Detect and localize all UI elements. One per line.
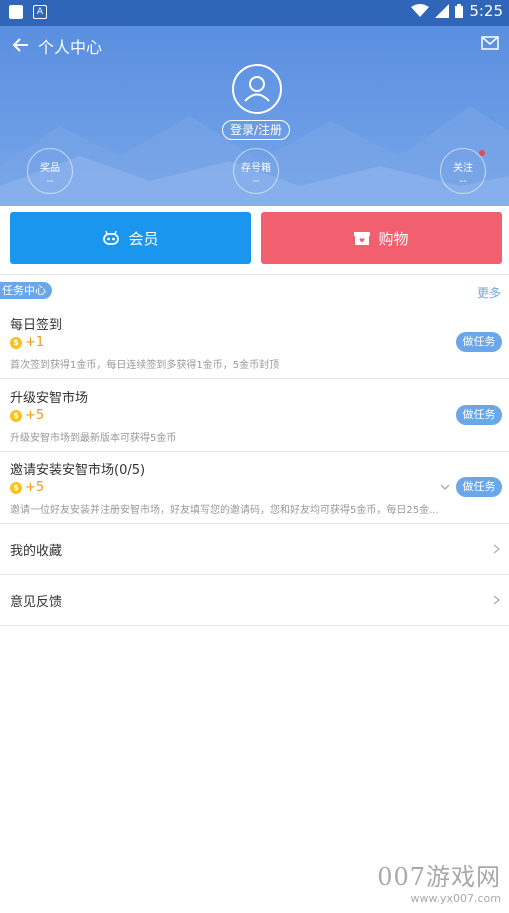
menu-label: 我的收藏 — [10, 544, 63, 559]
stat-label: 关注 — [453, 163, 473, 174]
do-task-button[interactable]: 做任务 — [456, 477, 502, 497]
task-center-title: 任务中心 — [0, 282, 52, 299]
stat-value: -- — [459, 176, 467, 187]
status-time: 5:25 — [469, 2, 503, 20]
task-name: 升级安智市场 — [10, 391, 89, 406]
app-icon — [9, 5, 23, 19]
menu-item-feedback[interactable]: 意见反馈 — [0, 575, 509, 625]
coin-icon: $ — [10, 410, 22, 422]
task-desc: 邀请一位好友安装并注册安智市场，好友填写您的邀请码，您和好友均可获得5金币，每日… — [10, 505, 439, 516]
coin-icon: $ — [10, 337, 22, 349]
menu-item-favorites[interactable]: 我的收藏 — [0, 524, 509, 574]
do-task-button[interactable]: 做任务 — [456, 405, 502, 425]
page-title: 个人中心 — [38, 38, 103, 57]
chevron-right-icon — [493, 595, 500, 605]
stat-prizes[interactable]: 奖品 -- — [27, 148, 73, 194]
menu-label: 意见反馈 — [10, 595, 63, 610]
watermark-url: www.yx007.com — [410, 892, 501, 905]
wifi-icon — [411, 4, 430, 17]
task-name: 邀请安装安智市场(0/5) — [10, 463, 146, 478]
notification-dot — [479, 150, 485, 156]
more-link[interactable]: 更多 — [477, 284, 501, 301]
task-reward: +5 — [25, 408, 45, 423]
watermark-title: 007游戏网 — [377, 863, 501, 891]
shop-label: 购物 — [378, 229, 409, 248]
back-arrow-icon[interactable] — [10, 34, 32, 56]
user-icon — [244, 76, 270, 102]
task-desc: 升级安智市场到最新版本可获得5金币 — [10, 433, 177, 444]
chevron-right-icon — [493, 544, 500, 554]
coin-icon: $ — [10, 482, 22, 494]
chevron-down-icon[interactable] — [439, 481, 451, 493]
task-name: 每日签到 — [10, 318, 63, 333]
signal-icon — [435, 4, 450, 18]
vip-button[interactable]: 会员 — [10, 212, 251, 264]
vip-icon — [103, 230, 120, 245]
stat-storage-box[interactable]: 存号箱 -- — [233, 148, 279, 194]
stat-label: 存号箱 — [241, 163, 271, 174]
task-desc: 首次签到获得1金币，每日连续签到多获得1金币，5金币封顶 — [10, 360, 280, 371]
task-item: 每日签到 $ +1 首次签到获得1金币，每日连续签到多获得1金币，5金币封顶 做… — [0, 306, 509, 378]
battery-icon — [455, 4, 464, 18]
divider — [0, 274, 509, 275]
watermark: 007游戏网 www.yx007.com — [377, 857, 501, 905]
divider — [0, 625, 509, 626]
stat-label: 奖品 — [40, 163, 60, 174]
notification-icon: A — [33, 5, 47, 19]
task-reward: +1 — [25, 335, 45, 350]
shop-button[interactable]: 购物 — [261, 212, 502, 264]
mail-icon[interactable] — [481, 36, 499, 50]
task-reward: +5 — [25, 480, 45, 495]
vip-label: 会员 — [128, 229, 159, 248]
task-item: 升级安智市场 $ +5 升级安智市场到最新版本可获得5金币 做任务 — [0, 379, 509, 451]
stat-value: -- — [46, 176, 54, 187]
task-item: 邀请安装安智市场(0/5) $ +5 邀请一位好友安装并注册安智市场，好友填写您… — [0, 451, 509, 523]
profile-header: 个人中心 登录/注册 奖品 -- 存号箱 -- 关注 -- — [0, 26, 509, 206]
avatar[interactable] — [232, 64, 282, 114]
stat-value: -- — [252, 176, 260, 187]
do-task-button[interactable]: 做任务 — [456, 332, 502, 352]
gift-icon — [354, 232, 371, 245]
status-bar: A 5:25 — [0, 0, 509, 26]
login-register-button[interactable]: 登录/注册 — [222, 120, 290, 140]
